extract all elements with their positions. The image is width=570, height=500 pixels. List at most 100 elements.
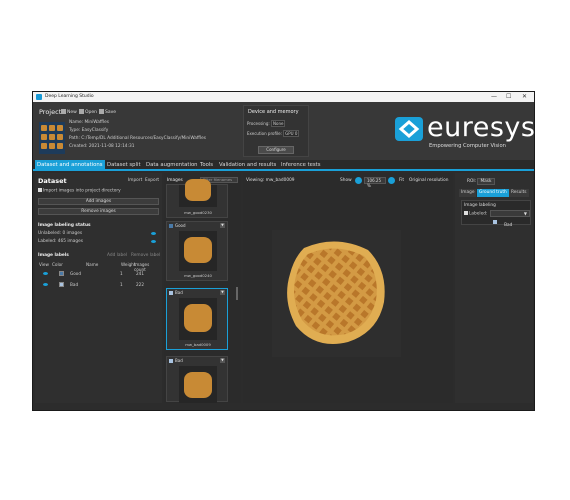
project-label: Project bbox=[39, 108, 62, 116]
processing-row: Processing: None bbox=[247, 120, 286, 127]
image-card[interactable]: mw_good0230 bbox=[166, 179, 228, 218]
tab-dataset-split[interactable]: Dataset split bbox=[105, 160, 143, 171]
image-labeling-box: Image labeling Labeled: Bad ▼ bbox=[461, 200, 531, 228]
new-button[interactable]: New bbox=[61, 109, 77, 115]
label-swatch bbox=[493, 219, 497, 224]
remove-images-button[interactable]: Remove images bbox=[38, 208, 159, 215]
header-view: View bbox=[39, 262, 49, 267]
logo-tagline: Empowering Computer Vision bbox=[429, 143, 506, 149]
label-color-swatch[interactable] bbox=[59, 282, 64, 287]
chevron-down-icon[interactable]: ▼ bbox=[220, 223, 225, 228]
maximize-button[interactable]: ☐ bbox=[506, 92, 511, 102]
waffle-image bbox=[272, 230, 401, 357]
import-into-project-checkbox[interactable]: Import images into project directory bbox=[38, 188, 121, 194]
project-thumbnail bbox=[39, 122, 65, 154]
card-label: Bad bbox=[169, 290, 183, 295]
save-button[interactable]: Save bbox=[99, 109, 116, 115]
original-resolution-button[interactable]: Original resolution bbox=[409, 178, 449, 183]
app-icon bbox=[36, 94, 42, 100]
project-type: Type: EasyClassify bbox=[69, 128, 109, 133]
configure-button[interactable]: Configure bbox=[258, 146, 294, 154]
eye-icon[interactable] bbox=[43, 283, 48, 286]
image-thumbnail bbox=[179, 366, 217, 403]
folder-icon bbox=[79, 109, 84, 114]
image-card[interactable]: Good ▼ mw_good0240 bbox=[166, 221, 228, 281]
label-swatch bbox=[169, 359, 173, 363]
label-weight[interactable]: 1 bbox=[120, 282, 123, 287]
label-color-swatch[interactable] bbox=[59, 271, 64, 276]
dataset-panel: Dataset Import Export Import images into… bbox=[35, 173, 162, 403]
labeling-status-title: Image labeling status bbox=[38, 223, 91, 228]
import-button[interactable]: Import bbox=[128, 178, 142, 183]
dataset-title: Dataset bbox=[38, 177, 67, 185]
header-color: Color bbox=[52, 262, 63, 267]
label-swatch bbox=[169, 291, 173, 295]
eye-icon[interactable] bbox=[151, 232, 156, 235]
images-title: Images bbox=[167, 178, 183, 183]
tab-dataset-annotations[interactable]: Dataset and annotations bbox=[35, 160, 105, 171]
export-button[interactable]: Export bbox=[145, 178, 159, 183]
check-icon bbox=[38, 188, 42, 192]
tab-image[interactable]: Image bbox=[459, 189, 477, 197]
zoom-in-icon[interactable] bbox=[388, 177, 395, 184]
eye-icon[interactable] bbox=[43, 272, 48, 275]
device-memory-panel: Device and memory Processing: None Execu… bbox=[243, 105, 309, 157]
card-label: Bad bbox=[169, 358, 183, 363]
roi-select[interactable]: Mask bbox=[477, 178, 495, 185]
fit-button[interactable]: Fit bbox=[399, 178, 404, 183]
image-card-selected[interactable]: Bad ▼ mw_bad0009 bbox=[166, 288, 228, 350]
roi-row: ROI: Mask bbox=[467, 178, 495, 185]
processing-value: None bbox=[271, 120, 286, 127]
card-label: Good bbox=[169, 223, 186, 228]
labeled-count: Labeled: 465 images bbox=[38, 239, 83, 244]
image-caption: mw_bad0009 bbox=[185, 342, 211, 347]
project-header: Project New Open Save Name: MiniWaffles … bbox=[33, 102, 535, 160]
project-path: Path: C:/Temp/DL Additional Resources/Ea… bbox=[69, 136, 206, 141]
viewing-file: mw_bad0009 bbox=[265, 178, 295, 183]
save-icon bbox=[99, 109, 104, 114]
chevron-down-icon[interactable]: ▼ bbox=[220, 290, 225, 295]
check-icon bbox=[464, 211, 468, 215]
logo-brand: euresys bbox=[427, 112, 535, 143]
euresys-logo: euresys Empowering Computer Vision bbox=[393, 112, 535, 158]
images-scrollbar[interactable] bbox=[236, 287, 238, 300]
labeled-checkbox[interactable]: Labeled: bbox=[464, 211, 487, 217]
chevron-down-icon[interactable]: ▼ bbox=[220, 358, 225, 363]
new-icon bbox=[61, 109, 66, 114]
label-swatch bbox=[169, 224, 173, 228]
tab-data-augmentation[interactable]: Data augmentation bbox=[144, 160, 200, 171]
zoom-input[interactable]: 106.25 % bbox=[364, 177, 386, 188]
add-images-button[interactable]: Add images bbox=[38, 198, 159, 205]
image-labeling-title: Image labeling bbox=[464, 203, 496, 208]
image-caption: mw_good0230 bbox=[184, 210, 212, 215]
tab-results[interactable]: Results bbox=[509, 189, 529, 197]
image-canvas[interactable] bbox=[272, 230, 401, 357]
project-created: Created: 2021-11-08 12:14:31 bbox=[69, 144, 135, 149]
label-name: Good bbox=[70, 271, 82, 276]
open-button[interactable]: Open bbox=[79, 109, 97, 115]
eye-icon[interactable] bbox=[151, 240, 156, 243]
project-name: Name: MiniWaffles bbox=[69, 120, 109, 125]
label-count: 222 bbox=[136, 282, 144, 287]
chevron-down-icon: ▼ bbox=[523, 211, 527, 216]
close-button[interactable]: ✕ bbox=[522, 92, 527, 102]
logo-mark-icon bbox=[395, 117, 423, 141]
tab-tools[interactable]: Tools bbox=[198, 160, 215, 171]
header-name: Name bbox=[86, 262, 99, 267]
execution-profile-select[interactable]: GPU 0 bbox=[283, 130, 300, 137]
add-label-button[interactable]: Add label bbox=[107, 253, 127, 258]
tab-inference-tests[interactable]: Inference tests bbox=[279, 160, 323, 171]
title-bar: Deep Learning Studio — ☐ ✕ bbox=[33, 92, 534, 102]
viewing-label: Viewing: mw_bad0009 bbox=[246, 178, 295, 183]
remove-label-button[interactable]: Remove label bbox=[131, 253, 160, 258]
app-window: Deep Learning Studio — ☐ ✕ Project New O… bbox=[32, 91, 535, 411]
minimize-button[interactable]: — bbox=[491, 92, 497, 102]
tab-validation-results[interactable]: Validation and results bbox=[217, 160, 278, 171]
image-labels-title: Image labels bbox=[38, 253, 69, 258]
zoom-out-icon[interactable] bbox=[355, 177, 362, 184]
execution-profile-row: Execution profile: GPU 0 bbox=[247, 130, 300, 137]
image-card[interactable]: Bad ▼ bbox=[166, 356, 228, 403]
tab-ground-truth[interactable]: Ground truth bbox=[477, 189, 509, 197]
label-select[interactable]: Bad ▼ bbox=[490, 210, 530, 228]
label-weight[interactable]: 1 bbox=[120, 271, 123, 276]
